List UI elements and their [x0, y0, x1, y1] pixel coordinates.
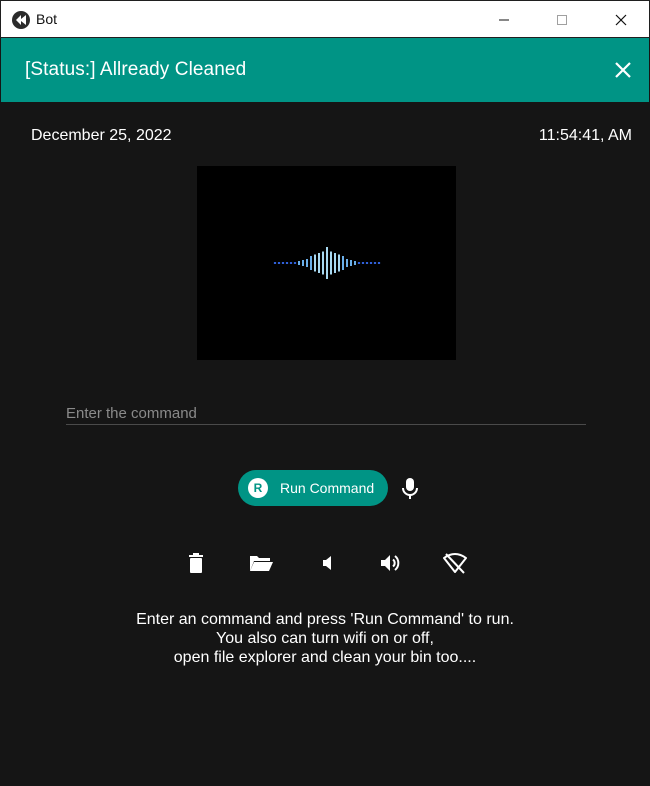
- wifi-off-icon[interactable]: [442, 550, 468, 576]
- kivy-logo-icon: [12, 11, 30, 29]
- audio-visualizer: [197, 166, 456, 360]
- command-input[interactable]: [66, 402, 586, 424]
- run-command-button[interactable]: R Run Command: [238, 470, 388, 506]
- volume-up-icon[interactable]: [378, 550, 404, 576]
- time-label: 11:54:41, AM: [538, 127, 632, 144]
- delete-icon[interactable]: [183, 550, 209, 576]
- status-title: [Status:] Allready Cleaned: [25, 59, 247, 80]
- folder-open-icon[interactable]: [248, 550, 274, 576]
- help-line-3: open file explorer and clean your bin to…: [173, 649, 477, 666]
- run-badge-icon: R: [248, 478, 268, 498]
- audio-waveform-icon: [273, 247, 381, 279]
- microphone-icon[interactable]: [400, 477, 420, 501]
- minimize-icon[interactable]: [481, 1, 527, 38]
- main-content: December 25, 2022 11:54:41, AM R Run Com…: [1, 102, 649, 786]
- run-command-label: Run Command: [280, 480, 375, 496]
- window-titlebar: Bot: [0, 0, 650, 38]
- volume-down-icon[interactable]: [313, 550, 339, 576]
- app-bar: [Status:] Allready Cleaned: [1, 38, 649, 102]
- close-icon[interactable]: [613, 60, 633, 80]
- maximize-icon[interactable]: [539, 1, 585, 38]
- command-field[interactable]: [66, 402, 586, 425]
- help-text: Enter an command and press 'Run Command'…: [1, 610, 649, 667]
- help-line-1: Enter an command and press 'Run Command'…: [136, 611, 514, 628]
- date-label: December 25, 2022: [31, 127, 172, 144]
- close-icon[interactable]: [598, 1, 644, 38]
- window-title: Bot: [36, 11, 58, 27]
- help-line-2: You also can turn wifi on or off,: [216, 630, 434, 647]
